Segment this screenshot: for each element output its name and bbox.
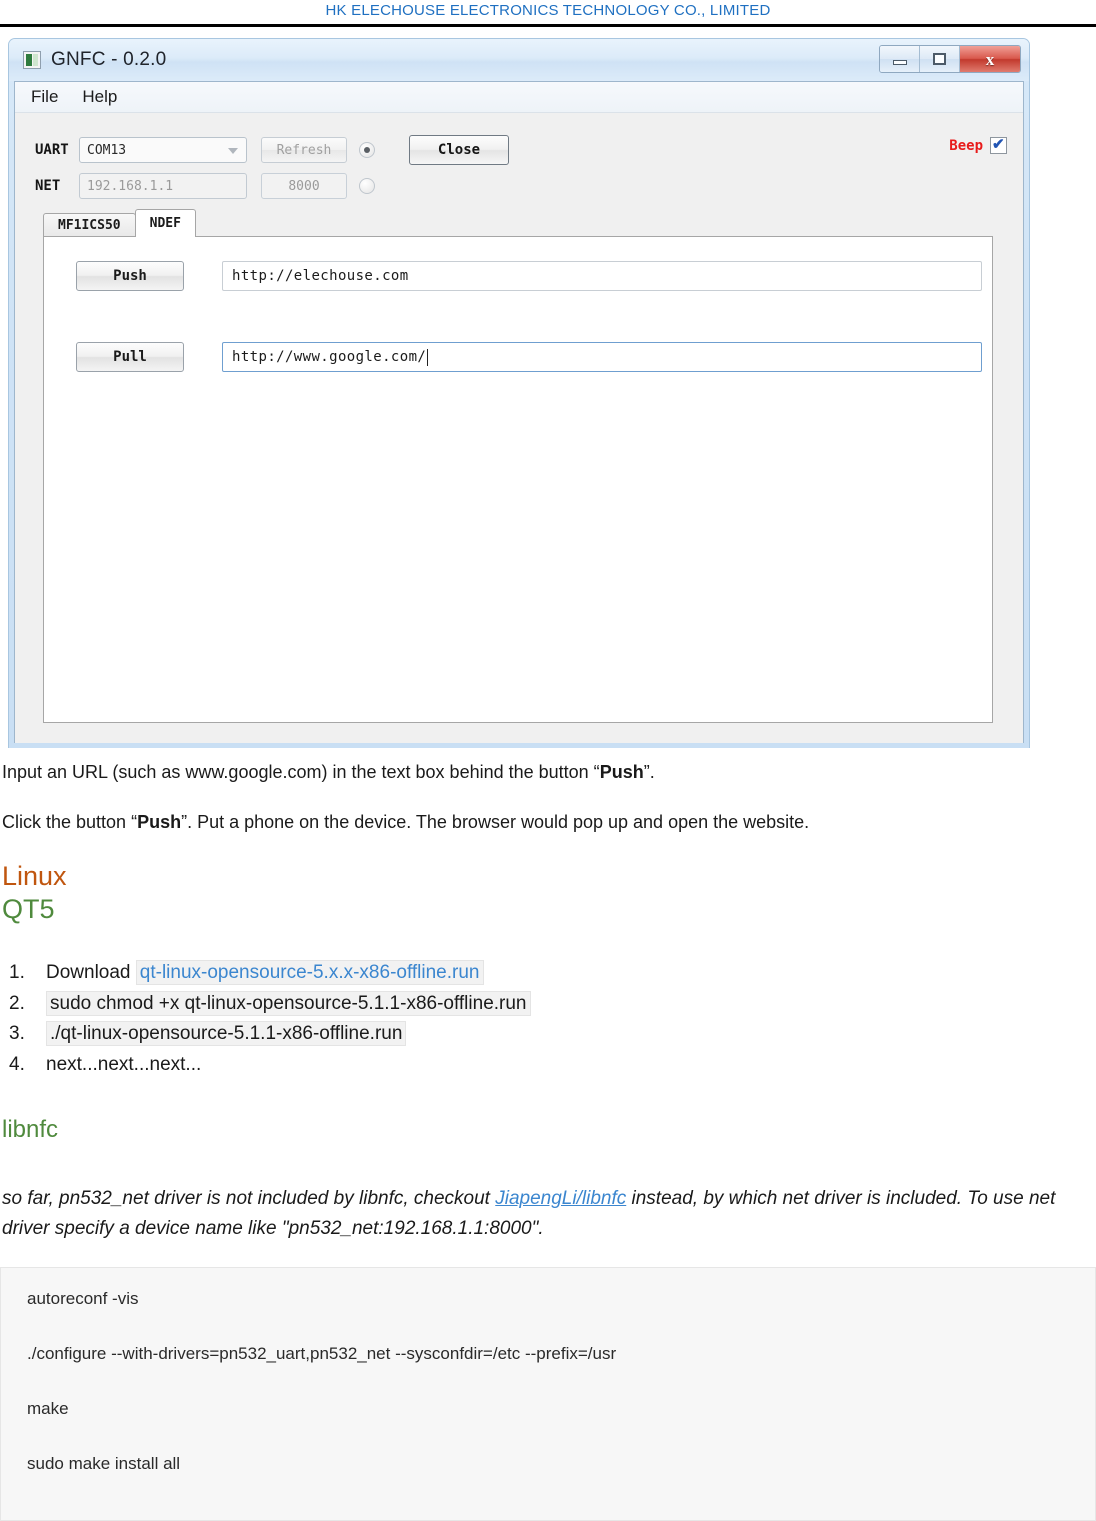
push-row: Push http://elechouse.com (76, 261, 982, 291)
beep-checkbox[interactable] (990, 135, 1007, 154)
step-2-code: sudo chmod +x qt-linux-opensource-5.1.1-… (46, 990, 531, 1016)
text-caret (427, 348, 429, 366)
menu-file[interactable]: File (31, 87, 58, 107)
heading-libnfc: libnfc (2, 1116, 59, 1144)
list-item: sudo chmod +x qt-linux-opensource-5.1.1-… (9, 990, 1096, 1016)
net-ip-input[interactable]: 192.168.1.1 (79, 173, 247, 199)
list-item: ./qt-linux-opensource-5.1.1-x86-offline.… (9, 1021, 1096, 1047)
main-panel: UART COM13 Refresh Close NET 192.168.1.1… (15, 113, 1023, 743)
step-4-text: next...next...next... (46, 1054, 202, 1076)
net-port-input[interactable]: 8000 (261, 173, 347, 199)
step-3-code: ./qt-linux-opensource-5.1.1-x86-offline.… (46, 1021, 407, 1047)
app-icon (23, 51, 41, 69)
ndef-tab-panel: Push http://elechouse.com Pull http://ww… (43, 236, 993, 723)
beep-control: Beep (949, 135, 1007, 154)
step-1-code[interactable]: qt-linux-opensource-5.x.x-x86-offline.ru… (135, 959, 484, 985)
heading-linux: Linux (2, 860, 67, 891)
window-body: File Help UART COM13 Refresh Close NET 1… (14, 81, 1024, 743)
paragraph-libnfc-note: so far, pn532_net driver is not included… (2, 1184, 1096, 1245)
list-item: Download qt-linux-opensource-5.x.x-x86-o… (9, 959, 1096, 985)
paragraph-click-push-part2: ”. Put a phone on the device. The browse… (181, 812, 810, 833)
menu-help[interactable]: Help (82, 87, 117, 107)
connection-close-button[interactable]: Close (409, 135, 509, 165)
uart-port-combo[interactable]: COM13 (79, 137, 247, 163)
gnfc-application-window: GNFC - 0.2.0 x File Help UART COM13 Refr… (8, 38, 1030, 748)
page-header: HK ELECHOUSE ELECTRONICS TECHNOLOGY CO.,… (0, 0, 1096, 26)
push-url-value: http://elechouse.com (232, 268, 409, 284)
pull-url-input[interactable]: http://www.google.com/ (222, 342, 982, 372)
paragraph-input-url-part1: Input an URL (such as www.google.com) in… (2, 762, 600, 782)
paragraph-click-push-bold: Push (137, 812, 182, 833)
paragraph-input-url: Input an URL (such as www.google.com) in… (2, 760, 1096, 784)
net-row: NET 192.168.1.1 8000 (35, 173, 375, 199)
code-line: sudo make install all (27, 1453, 181, 1473)
beep-label: Beep (949, 137, 983, 154)
window-title: GNFC - 0.2.0 (51, 49, 167, 70)
window-titlebar: GNFC - 0.2.0 x (9, 39, 1029, 81)
pull-row: Pull http://www.google.com/ (76, 342, 982, 372)
menubar: File Help (15, 82, 1023, 113)
pull-url-value: http://www.google.com/ (232, 349, 427, 365)
tab-bar: MF1ICS50 NDEF (43, 209, 196, 237)
code-line: make (27, 1398, 69, 1418)
paragraph-input-url-part2: ”. (643, 762, 655, 782)
install-steps-list: Download qt-linux-opensource-5.x.x-x86-o… (0, 959, 1096, 1077)
code-line: ./configure --with-drivers=pn532_uart,pn… (27, 1343, 617, 1363)
libnfc-note-part1: so far, pn532_net driver is not included… (2, 1187, 496, 1209)
minimize-icon (892, 60, 907, 65)
list-item: next...next...next... (9, 1054, 1096, 1076)
code-line: autoreconf -vis (27, 1288, 139, 1308)
company-name: HK ELECHOUSE ELECTRONICS TECHNOLOGY CO.,… (325, 2, 771, 19)
maximize-icon (933, 53, 946, 65)
close-window-button[interactable]: x (960, 46, 1020, 72)
jiapengli-libnfc-link[interactable]: JiapengLi/libnfc (495, 1188, 626, 1209)
shell-code-block: autoreconf -vis ./configure --with-drive… (0, 1266, 1096, 1521)
net-label: NET (35, 178, 61, 194)
step-1-prefix: Download (46, 961, 136, 983)
tab-ndef[interactable]: NDEF (134, 209, 196, 237)
net-radio[interactable] (359, 178, 375, 194)
close-icon: x (985, 49, 995, 69)
minimize-button[interactable] (880, 46, 920, 72)
refresh-button[interactable]: Refresh (261, 137, 347, 163)
chevron-down-icon (228, 148, 238, 154)
paragraph-input-url-bold: Push (599, 762, 644, 782)
uart-label: UART (35, 142, 69, 158)
uart-radio[interactable] (359, 142, 375, 158)
uart-port-value: COM13 (87, 142, 127, 158)
paragraph-click-push-part1: Click the button “ (2, 812, 138, 833)
header-divider (0, 24, 1096, 27)
window-controls: x (879, 45, 1021, 73)
maximize-button[interactable] (920, 46, 960, 72)
net-ip-value: 192.168.1.1 (87, 178, 174, 194)
push-button[interactable]: Push (76, 261, 184, 291)
push-url-input[interactable]: http://elechouse.com (222, 261, 982, 291)
pull-button[interactable]: Pull (76, 342, 184, 372)
heading-qt5: QT5 (2, 893, 55, 924)
uart-row: UART COM13 Refresh Close (35, 135, 509, 165)
tab-mf1ics50[interactable]: MF1ICS50 (43, 213, 136, 237)
paragraph-click-push: Click the button “Push”. Put a phone on … (2, 810, 1096, 834)
document-body: Input an URL (such as www.google.com) in… (0, 760, 1096, 1521)
